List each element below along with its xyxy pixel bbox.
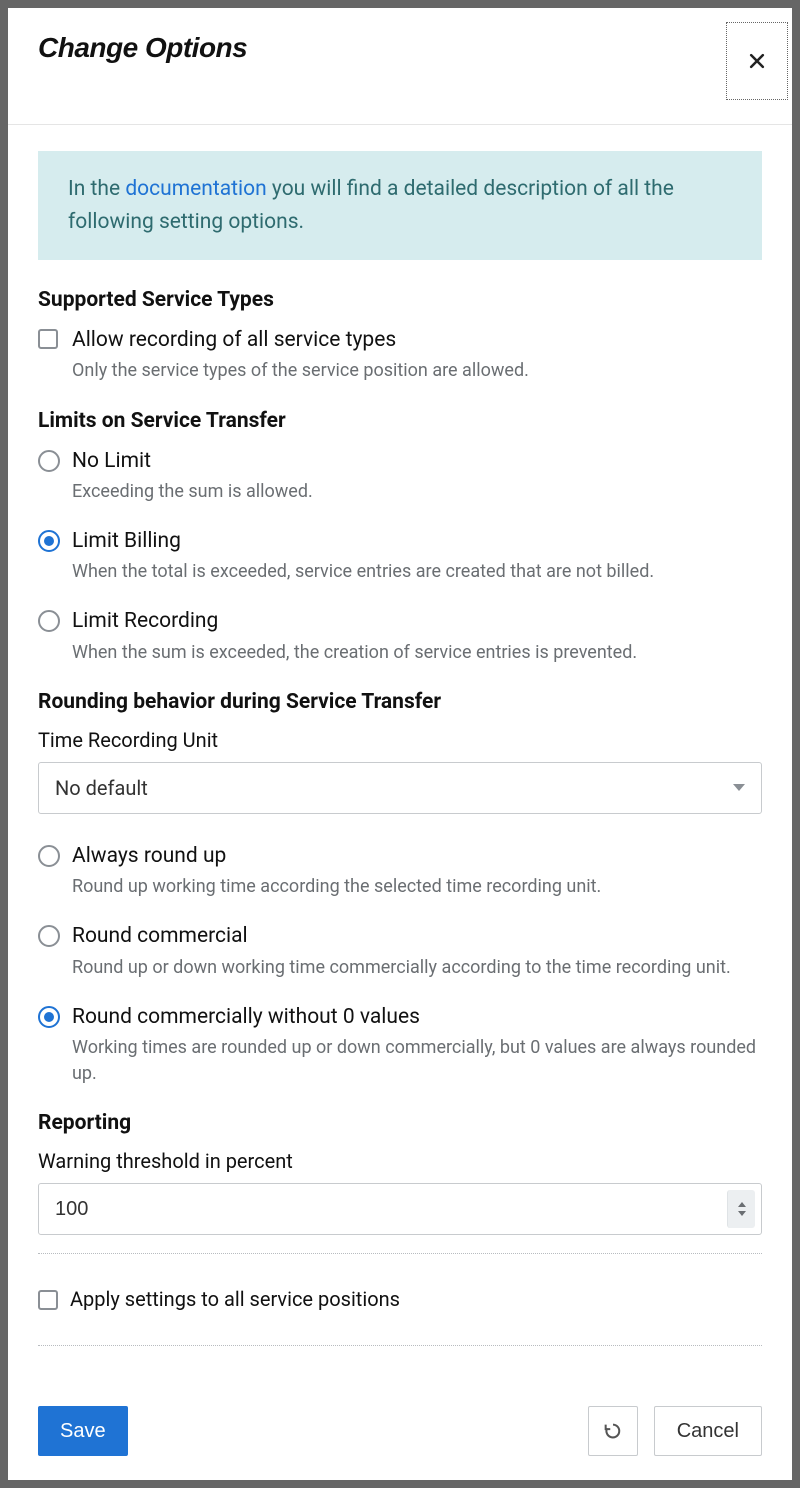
section-title-reporting: Reporting bbox=[38, 1111, 762, 1135]
modal-title: Change Options bbox=[38, 32, 247, 64]
option-limit-billing: Limit Billing When the total is exceeded… bbox=[38, 527, 762, 585]
close-icon bbox=[747, 51, 767, 71]
radio-no-limit[interactable] bbox=[38, 450, 60, 472]
threshold-input[interactable] bbox=[39, 1184, 727, 1234]
apply-all-row: Apply settings to all service positions bbox=[38, 1268, 762, 1331]
option-desc: Only the service types of the service po… bbox=[72, 358, 762, 384]
radio-round-commercial-no-zero[interactable] bbox=[38, 1006, 60, 1028]
option-allow-all-types: Allow recording of all service types Onl… bbox=[38, 326, 762, 384]
option-round-up: Always round up Round up working time ac… bbox=[38, 842, 762, 900]
modal-footer: Save Cancel bbox=[8, 1388, 792, 1480]
modal-body: In the documentation you will find a det… bbox=[8, 125, 792, 1388]
chevron-down-icon bbox=[738, 1211, 746, 1216]
option-label: No Limit bbox=[72, 447, 762, 475]
section-title-rounding: Rounding behavior during Service Transfe… bbox=[38, 690, 762, 714]
option-limit-recording: Limit Recording When the sum is exceeded… bbox=[38, 607, 762, 665]
threshold-label: Warning threshold in percent bbox=[38, 1149, 762, 1173]
cancel-button[interactable]: Cancel bbox=[654, 1406, 762, 1456]
close-button[interactable] bbox=[726, 22, 788, 100]
info-box: In the documentation you will find a det… bbox=[38, 151, 762, 260]
option-desc: When the total is exceeded, service entr… bbox=[72, 559, 762, 585]
separator bbox=[38, 1253, 762, 1254]
option-desc: Round up or down working time commercial… bbox=[72, 955, 762, 981]
section-title-limits: Limits on Service Transfer bbox=[38, 409, 762, 433]
option-desc: Round up working time according the sele… bbox=[72, 874, 762, 900]
radio-round-commercial[interactable] bbox=[38, 925, 60, 947]
change-options-modal: Change Options In the documentation you … bbox=[8, 8, 792, 1480]
option-label: Limit Recording bbox=[72, 607, 762, 635]
time-unit-select[interactable]: No default bbox=[38, 762, 762, 814]
radio-limit-recording[interactable] bbox=[38, 610, 60, 632]
chevron-down-icon bbox=[733, 784, 745, 791]
option-round-commercial: Round commercial Round up or down workin… bbox=[38, 922, 762, 980]
option-label: Allow recording of all service types bbox=[72, 326, 762, 354]
option-label: Round commercially without 0 values bbox=[72, 1003, 762, 1031]
undo-icon bbox=[602, 1420, 624, 1442]
chevron-up-icon bbox=[738, 1202, 746, 1207]
option-no-limit: No Limit Exceeding the sum is allowed. bbox=[38, 447, 762, 505]
save-button[interactable]: Save bbox=[38, 1406, 128, 1456]
radio-round-up[interactable] bbox=[38, 845, 60, 867]
option-round-commercial-no-zero: Round commercially without 0 values Work… bbox=[38, 1003, 762, 1088]
option-desc: When the sum is exceeded, the creation o… bbox=[72, 640, 762, 666]
info-text-prefix: In the bbox=[68, 177, 125, 201]
separator bbox=[38, 1345, 762, 1346]
modal-header: Change Options bbox=[8, 8, 792, 125]
documentation-link[interactable]: documentation bbox=[125, 177, 266, 201]
time-unit-label: Time Recording Unit bbox=[38, 728, 762, 752]
checkbox-allow-all-types[interactable] bbox=[38, 329, 58, 349]
option-label: Limit Billing bbox=[72, 527, 762, 555]
option-label: Always round up bbox=[72, 842, 762, 870]
checkbox-apply-all[interactable] bbox=[38, 1290, 58, 1310]
threshold-input-wrap bbox=[38, 1183, 762, 1235]
apply-all-label: Apply settings to all service positions bbox=[70, 1286, 400, 1313]
option-label: Round commercial bbox=[72, 922, 762, 950]
section-title-supported: Supported Service Types bbox=[38, 288, 762, 312]
option-desc: Working times are rounded up or down com… bbox=[72, 1035, 762, 1087]
footer-right: Cancel bbox=[588, 1406, 762, 1456]
radio-limit-billing[interactable] bbox=[38, 530, 60, 552]
option-desc: Exceeding the sum is allowed. bbox=[72, 479, 762, 505]
threshold-stepper[interactable] bbox=[727, 1190, 755, 1228]
time-unit-value: No default bbox=[55, 776, 148, 800]
reset-button[interactable] bbox=[588, 1406, 638, 1456]
